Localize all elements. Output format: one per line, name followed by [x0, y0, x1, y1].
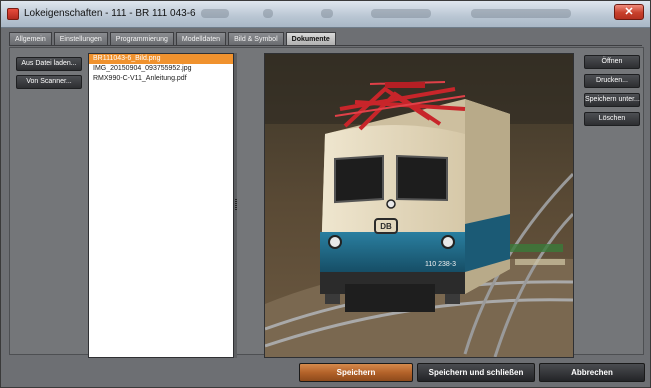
obscured-text [321, 9, 333, 18]
obscured-text [263, 9, 273, 18]
cancel-button[interactable]: Abbrechen [539, 363, 645, 382]
from-scanner-button[interactable]: Von Scanner... [16, 75, 82, 89]
close-icon: ✕ [624, 6, 634, 18]
save-button[interactable]: Speichern [299, 363, 413, 382]
tab-allgemein[interactable]: Allgemein [9, 32, 52, 45]
tab-bild-symbol[interactable]: Bild & Symbol [228, 32, 284, 45]
dialog-window: Lokeigenschaften - 111 - BR 111 043-6 ✕ … [0, 0, 651, 388]
tab-einstellungen[interactable]: Einstellungen [53, 32, 108, 45]
tab-bar: Allgemein Einstellungen Programmierung M… [9, 32, 336, 45]
save-and-close-button[interactable]: Speichern und schließen [417, 363, 535, 382]
image-preview: DB 110 238-3 [264, 53, 574, 358]
tab-programmierung[interactable]: Programmierung [109, 32, 174, 45]
list-item[interactable]: BR111043-6_Bild.png [89, 54, 233, 64]
loco-number: 110 238-3 [425, 261, 456, 268]
obscured-text [371, 9, 431, 18]
load-from-file-button[interactable]: Aus Datei laden... [16, 57, 82, 71]
delete-button[interactable]: Löschen [584, 112, 640, 126]
save-as-button[interactable]: Speichern unter... [584, 93, 640, 107]
list-item[interactable]: IMG_20150904_093755952.jpg [89, 64, 233, 74]
document-list[interactable]: BR111043-6_Bild.png IMG_20150904_0937559… [88, 53, 234, 358]
tab-dokumente[interactable]: Dokumente [285, 32, 336, 45]
locomotive-photo: DB 110 238-3 [265, 54, 573, 357]
title-bar: Lokeigenschaften - 111 - BR 111 043-6 ✕ [1, 1, 650, 28]
obscured-text [471, 9, 571, 18]
close-button[interactable]: ✕ [614, 4, 644, 20]
window-title: Lokeigenschaften - 111 - BR 111 043-6 [24, 8, 196, 19]
tab-divider [9, 45, 642, 46]
list-item[interactable]: RMX990-C-V11_Anleitung.pdf [89, 74, 233, 84]
tab-modelldaten[interactable]: Modelldaten [175, 32, 227, 45]
print-button[interactable]: Drucken... [584, 74, 640, 88]
open-button[interactable]: Öffnen [584, 55, 640, 69]
obscured-text [201, 9, 229, 18]
db-logo: DB [380, 222, 392, 231]
splitter-grip-icon[interactable] [235, 199, 237, 211]
app-icon [7, 8, 19, 20]
